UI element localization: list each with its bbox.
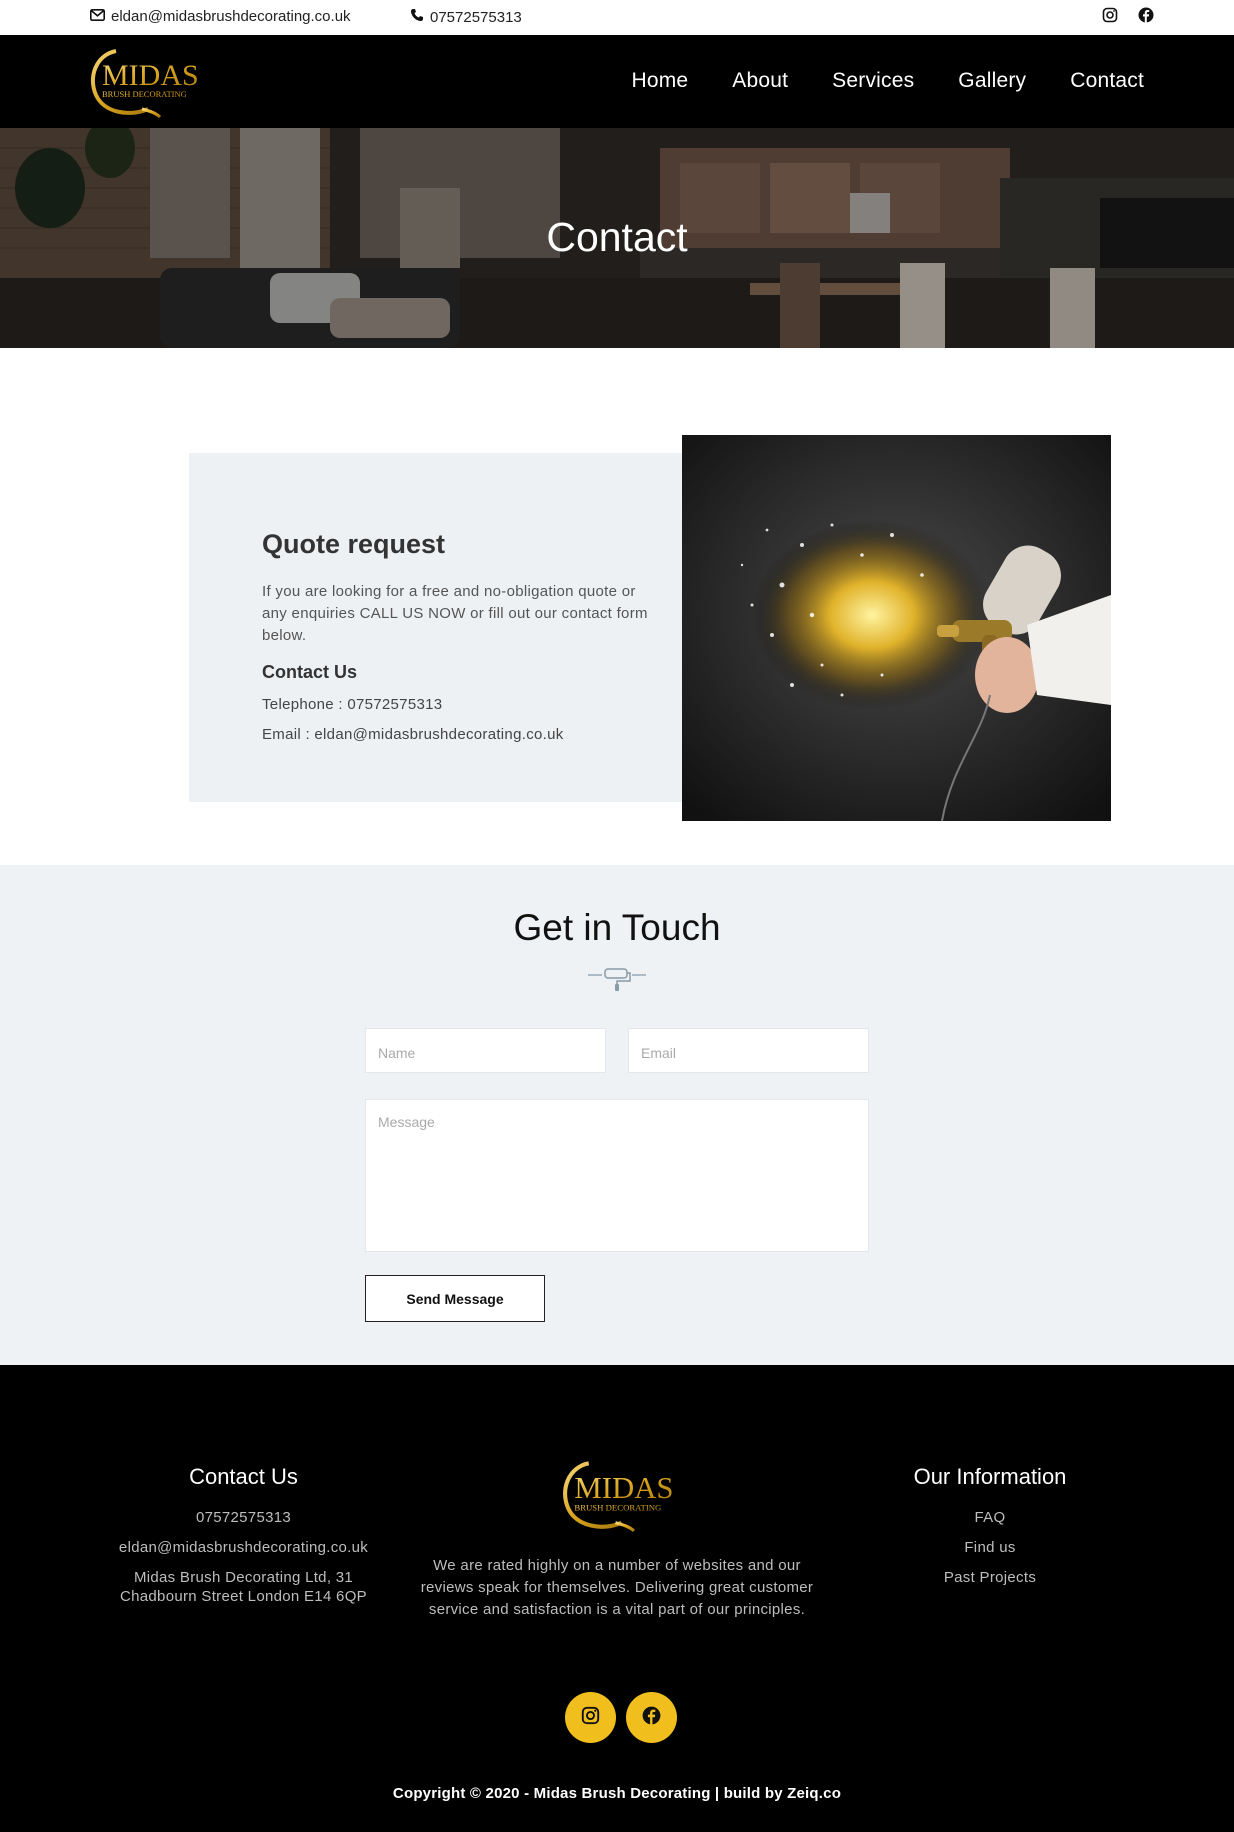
quote-email[interactable]: Email : eldan@midasbrushdecorating.co.uk (262, 726, 564, 743)
spray-gun-image (682, 435, 1111, 821)
topbar-email-text: eldan@midasbrushdecorating.co.uk (111, 8, 351, 25)
copyright-text: Copyright © 2020 - Midas Brush Decoratin… (392, 1785, 842, 1802)
hero-banner: Contact (0, 128, 1234, 348)
facebook-icon (642, 1706, 661, 1730)
svg-text:BRUSH DECORATING: BRUSH DECORATING (574, 1502, 662, 1512)
footer-link-past-projects[interactable]: Past Projects (865, 1568, 1115, 1587)
footer-link-find-us[interactable]: Find us (865, 1538, 1115, 1557)
footer-contact-title: Contact Us (189, 1464, 298, 1489)
footer-instagram-button[interactable] (565, 1692, 616, 1743)
get-in-touch-section: Get in Touch Name Email Message Send Mes… (0, 865, 1234, 1365)
main-nav: MIDAS BRUSH DECORATING Home About Servic… (0, 35, 1234, 128)
nav-item-gallery[interactable]: Gallery (958, 69, 1026, 93)
site-logo[interactable]: MIDAS BRUSH DECORATING (86, 43, 202, 119)
topbar-phone-link[interactable]: 07572575313 (410, 8, 522, 26)
contact-us-heading: Contact Us (262, 662, 358, 682)
nav-item-services[interactable]: Services (832, 69, 914, 93)
instagram-icon (581, 1706, 600, 1730)
topbar-email-link[interactable]: eldan@midasbrushdecorating.co.uk (90, 8, 351, 25)
footer-facebook-button[interactable] (626, 1692, 677, 1743)
footer-contact-column: Contact Us 07572575313 eldan@midasbrushd… (100, 1464, 387, 1617)
email-input[interactable]: Email (628, 1028, 869, 1073)
nav-item-about[interactable]: About (732, 69, 788, 93)
nav-item-home[interactable]: Home (631, 69, 688, 93)
topbar-phone-text: 07572575313 (430, 8, 522, 26)
nav-item-contact[interactable]: Contact (1070, 69, 1144, 93)
phone-icon (410, 8, 424, 26)
site-footer: Contact Us 07572575313 eldan@midasbrushd… (0, 1365, 1234, 1832)
send-message-button[interactable]: Send Message (365, 1275, 545, 1322)
footer-logo[interactable]: MIDAS BRUSH DECORATING (557, 1455, 678, 1533)
instagram-icon[interactable] (1102, 7, 1118, 23)
quote-description: If you are looking for a free and no-obl… (262, 583, 648, 644)
get-in-touch-title: Get in Touch (513, 907, 721, 948)
footer-link-faq[interactable]: FAQ (865, 1508, 1115, 1527)
nav-menu: Home About Services Gallery Contact (631, 69, 1144, 93)
footer-email[interactable]: eldan@midasbrushdecorating.co.uk (100, 1538, 387, 1557)
svg-text:MIDAS: MIDAS (574, 1471, 673, 1505)
page-title: Contact (546, 214, 688, 260)
footer-info-column: Our Information FAQ Find us Past Project… (865, 1464, 1115, 1598)
footer-about-text: We are rated highly on a number of websi… (420, 1557, 814, 1618)
name-input[interactable]: Name (365, 1028, 606, 1073)
paint-roller-icon (586, 965, 648, 991)
footer-address: Midas Brush Decorating Ltd, 31 Chadbourn… (120, 1569, 367, 1605)
footer-info-title: Our Information (913, 1464, 1067, 1489)
envelope-icon (90, 8, 105, 25)
facebook-icon[interactable] (1138, 7, 1154, 23)
svg-text:MIDAS: MIDAS (102, 59, 199, 92)
message-textarea[interactable]: Message (365, 1099, 869, 1252)
quote-telephone[interactable]: Telephone : 07572575313 (262, 696, 442, 713)
quote-title: Quote request (262, 529, 446, 559)
quote-request-panel: Quote request If you are looking for a f… (189, 453, 689, 802)
footer-phone[interactable]: 07572575313 (100, 1508, 387, 1527)
svg-text:BRUSH DECORATING: BRUSH DECORATING (102, 89, 187, 99)
top-bar: eldan@midasbrushdecorating.co.uk 0757257… (0, 0, 1234, 35)
topbar-socials (1102, 7, 1154, 23)
